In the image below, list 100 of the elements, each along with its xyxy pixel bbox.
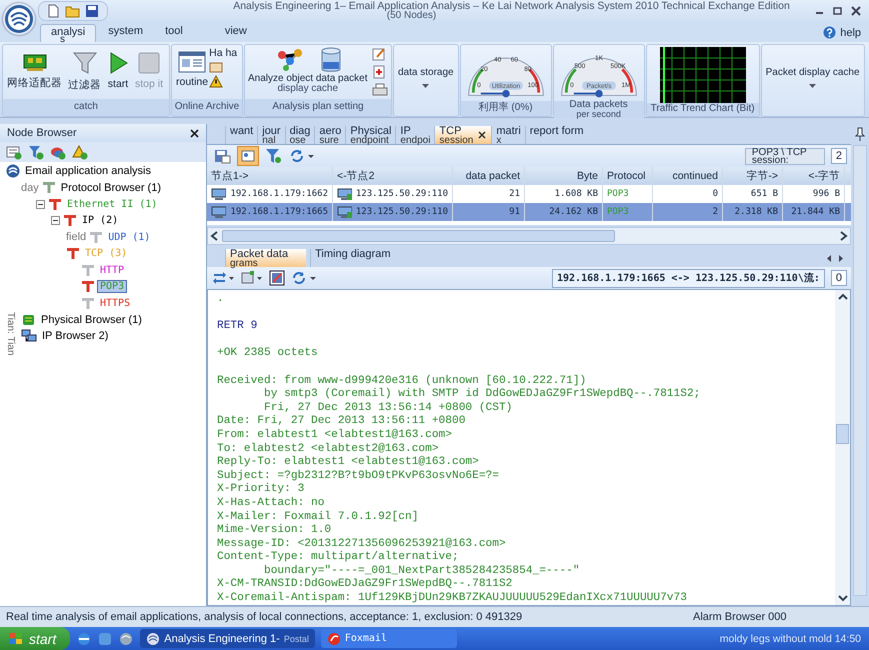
page-tab[interactable]: TCP session xyxy=(434,126,492,144)
text-line: From: elabtest1 <elabtest1@163.com> xyxy=(217,428,453,442)
cloud-add-icon[interactable] xyxy=(50,144,66,160)
contact-card-icon[interactable] xyxy=(237,146,259,166)
archive-note: Ha ha xyxy=(209,47,238,59)
column-header[interactable]: Protocol xyxy=(603,167,653,185)
collapse-toggle-icon[interactable] xyxy=(36,200,45,209)
tab-right-icon[interactable] xyxy=(837,254,845,262)
tree-item[interactable]: Email application analysis xyxy=(23,165,153,178)
close-icon[interactable] xyxy=(851,6,861,16)
menu-tab[interactable]: system xyxy=(98,24,154,42)
app-logo-icon xyxy=(6,164,20,178)
column-header[interactable]: Byte xyxy=(525,167,603,185)
taskbar-button[interactable]: Foxmail xyxy=(320,629,457,648)
column-header[interactable]: 节点1-> xyxy=(207,167,333,185)
grid-menu-icon[interactable] xyxy=(241,271,263,285)
routine-button[interactable]: routine xyxy=(175,47,210,88)
app-logo-icon[interactable] xyxy=(3,3,35,35)
detail-tab[interactable]: Packet data grams xyxy=(225,249,306,267)
panel-title: Node Browser xyxy=(7,127,77,139)
list-add-icon[interactable] xyxy=(6,144,22,160)
collapse-toggle-icon[interactable] xyxy=(51,216,60,226)
app-logo-icon xyxy=(146,632,160,646)
session-filter-field[interactable]: POP3 \ TCP session: xyxy=(744,148,825,164)
vertical-scrollbar[interactable] xyxy=(835,290,850,605)
column-header[interactable]: <-节点2 xyxy=(333,167,453,185)
filter-icon[interactable] xyxy=(265,148,283,164)
tree-item[interactable]: Ethernet II (1) xyxy=(65,198,160,210)
ribbon-button[interactable]: 过滤器 xyxy=(67,47,102,92)
help-icon[interactable] xyxy=(823,26,836,39)
browser-icon[interactable] xyxy=(76,630,92,646)
column-header[interactable]: continued xyxy=(653,167,723,185)
save-icon[interactable] xyxy=(213,148,231,164)
column-header[interactable]: 字节-> xyxy=(723,167,783,185)
menu-tab[interactable]: analysi s xyxy=(40,24,96,42)
document-add-icon[interactable] xyxy=(372,65,386,79)
text-line: X-Coremail-Antispam: 1Uf129KBjDUn29KB7ZKAUJUUUUU529EdanIXcx71UUUUU7v73 xyxy=(217,592,688,605)
group-label: per second xyxy=(576,110,621,118)
dropdown-button[interactable]: data storage xyxy=(397,47,455,88)
start-button[interactable]: start xyxy=(0,627,70,650)
page-tab[interactable]: diag ose xyxy=(284,126,314,144)
text-line: X-Priority: 3 xyxy=(217,483,306,496)
chart-export-icon[interactable] xyxy=(269,270,285,286)
table-row[interactable]: 192.168.1.179:1665 123.125.50.29:110 91 24.162 KB POP3 2 2.318 KB 21.844 KB xyxy=(207,203,851,221)
status-message: Real time analysis of email applications, analysis of local connections, acceptance: 1, exclusion: 0 491329 xyxy=(6,611,524,623)
tree-item[interactable]: HTTPS xyxy=(98,298,132,309)
analyze-object-button[interactable]: Analyze object data packet display cache xyxy=(248,47,368,94)
printer-icon[interactable] xyxy=(372,83,388,97)
close-icon[interactable] xyxy=(190,128,199,138)
page-tab[interactable]: jour nal xyxy=(257,126,285,144)
help-link[interactable]: help xyxy=(840,26,861,38)
folder-icon[interactable] xyxy=(65,4,80,18)
tab-left-icon[interactable] xyxy=(825,254,833,262)
filter-icon xyxy=(72,51,98,75)
vertical-scrollbar[interactable] xyxy=(853,145,867,596)
close-icon[interactable] xyxy=(478,131,486,139)
column-header[interactable]: <-字节 xyxy=(783,167,845,185)
text-line: X-Mailer: Foxmail 7.0.1.92[cn] xyxy=(217,510,420,524)
page-tab[interactable]: matri x xyxy=(491,126,525,144)
taskbar-button[interactable]: Analysis Engineering 1- Postal xyxy=(140,629,315,648)
dropdown-button[interactable]: Packet display cache xyxy=(764,47,861,88)
tree-item[interactable]: IP (2) xyxy=(80,215,120,226)
table-cell: POP3 xyxy=(603,203,653,221)
app-logo-icon[interactable] xyxy=(118,630,134,646)
text-line: X-Has-Attach: no xyxy=(217,496,326,510)
restore-icon[interactable] xyxy=(833,6,843,16)
menu-tab[interactable]: tool xyxy=(155,24,193,42)
side-note: Tian: Tian xyxy=(5,312,16,356)
refresh-icon[interactable] xyxy=(291,270,317,286)
menu-tab[interactable]: view xyxy=(214,24,257,42)
stop-icon xyxy=(137,51,161,75)
computer-icon xyxy=(211,188,226,200)
tree-item[interactable]: UDP (1) xyxy=(106,232,152,243)
scrollbar-thumb[interactable] xyxy=(222,230,615,242)
filter-add-icon[interactable] xyxy=(28,144,44,160)
warning-add-icon[interactable] xyxy=(72,144,88,160)
arrows-menu-icon[interactable] xyxy=(213,271,235,285)
scrollbar-thumb[interactable] xyxy=(836,424,849,444)
page-tab[interactable]: want xyxy=(225,126,258,144)
new-file-icon[interactable] xyxy=(47,4,60,18)
horizontal-scrollbar[interactable] xyxy=(207,227,851,245)
page-tab[interactable]: report form xyxy=(524,126,588,144)
stream-field[interactable]: 192.168.1.179:1665 <-> 123.125.50.29:110\流: xyxy=(552,268,825,288)
windows-logo-icon xyxy=(8,632,24,646)
tree-item[interactable]: Physical Browser (1) xyxy=(39,314,144,326)
tree-item[interactable]: Protocol Browser (1) xyxy=(58,182,164,194)
tree-item[interactable]: HTTP xyxy=(98,264,126,276)
edit-icon[interactable] xyxy=(372,47,386,61)
save-icon[interactable] xyxy=(85,4,99,18)
ribbon-button[interactable]: 网络适配器 xyxy=(6,47,63,90)
page-tab[interactable]: aero sure xyxy=(314,126,346,144)
page-tab[interactable]: Physical endpoint xyxy=(345,126,396,144)
warning-icon[interactable] xyxy=(209,75,224,88)
card-icon[interactable] xyxy=(209,61,224,73)
tree-item[interactable]: IP Browser 2) xyxy=(40,330,110,342)
refresh-icon[interactable] xyxy=(289,148,315,164)
mail-logo-icon xyxy=(326,632,341,646)
ribbon-button[interactable]: start xyxy=(106,47,130,90)
pin-icon[interactable] xyxy=(855,127,865,141)
column-header[interactable]: data packet xyxy=(453,167,525,185)
